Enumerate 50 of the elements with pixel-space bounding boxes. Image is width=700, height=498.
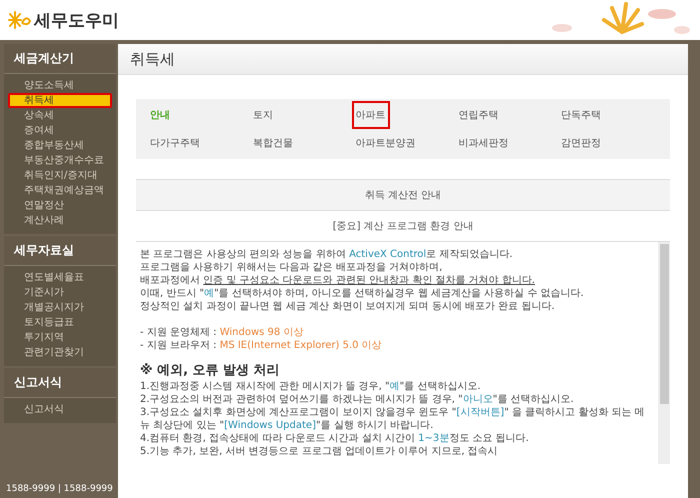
tab[interactable]: 단독주택 <box>557 101 606 129</box>
tab[interactable]: 비과세판정 <box>454 129 512 157</box>
body-text: 3.구성요소 설치후 화면상에 계산프로그램이 보이지 않을경우 윈도우 "[시작버튼]" 을 클릭하시고 활성화 되는 메뉴 최상단에 있는 "[Windows Update]"를 실행 하시기 바랍니다. <box>140 406 646 432</box>
notice-row: 취득 계산전 안내 <box>136 179 670 210</box>
body-text: 프로그램을 사용하기 위해서는 다음과 같은 배포과정을 거쳐야하며, <box>140 261 444 274</box>
scrollbar[interactable] <box>658 242 670 464</box>
logo-text[interactable]: 세무도우미 <box>34 8 119 32</box>
tab[interactable]: 아파트분양권 <box>352 129 420 157</box>
sidebar-item[interactable]: 토지등급표 <box>8 315 112 330</box>
sidebar-item[interactable]: 종합부동산세 <box>8 138 112 153</box>
sidebar-item[interactable]: 양도소득세 <box>8 78 112 93</box>
body-text: 본 프로그램은 사용상의 편의와 성능을 위하여 ActiveX Control로 제작되었습니다. <box>140 248 514 261</box>
sidebar-item[interactable]: 관련기관찾기 <box>8 345 112 360</box>
sidebar-item[interactable]: 투기지역 <box>8 330 112 345</box>
logo-icon <box>8 11 32 29</box>
sidebar-item[interactable]: 상속세 <box>8 108 112 123</box>
tab[interactable]: 연립주택 <box>454 101 502 129</box>
sidebar-item[interactable]: 부동산중개수수료 <box>8 153 112 168</box>
body-text: 5.기능 추가, 보완, 서버 변경등으로 프로그램 업데이트가 이루어 지므로, 접속시 <box>140 445 499 458</box>
body-text: 2.구성요소의 버전과 관련하여 덮어쓰기를 하겠냐는 메시지가 뜰 경우, "아니오"를 선택하십시오. <box>140 393 575 406</box>
body-text: 1.진행과정중 시스템 재시작에 관한 메시지가 뜰 경우, "예"를 선택하십시오. <box>140 380 482 393</box>
body-text: - 지원 운영체제 : Windows 98 이상 <box>140 326 304 339</box>
tab[interactable]: 다가구주택 <box>146 129 204 157</box>
sidebar-item[interactable]: 연말정산 <box>8 198 112 213</box>
sidebar-item[interactable]: 증여세 <box>8 123 112 138</box>
sidebar-item[interactable]: 기준시가 <box>8 285 112 300</box>
tab[interactable]: 아파트 <box>352 101 390 129</box>
sidebar-section-title: 신고서식 <box>4 368 116 398</box>
section-heading: ※ 예외, 오류 발생 처리 <box>140 364 281 377</box>
sidebar-item[interactable]: 연도별세율표 <box>8 270 112 285</box>
sidebar-item[interactable]: 신고서식 <box>8 402 112 417</box>
tab[interactable]: 토지 <box>248 101 277 129</box>
notice-row: [중요] 계산 프로그램 환경 안내 <box>136 210 670 241</box>
sidebar-item[interactable]: 주택채권예상금액 <box>8 183 112 198</box>
sidebar-item[interactable]: 취득인지/증지대 <box>8 168 112 183</box>
page-title: 취득세 <box>118 44 688 75</box>
sidebar-section-title: 세금계산기 <box>4 44 116 74</box>
sidebar-item[interactable]: 취득세 <box>8 93 112 108</box>
phone-number: 1588-9999 | 1588-9999 <box>5 484 114 496</box>
sidebar-item[interactable]: 개별공시지가 <box>8 300 112 315</box>
body-text: 4.컴퓨터 환경, 접속상태에 따라 다운로드 시간과 설치 시간이 1~3분정도 소요 됩니다. <box>140 432 530 445</box>
tab[interactable]: 안내 <box>146 101 174 129</box>
body-text: 이때, 반드시 "예"를 선택하셔야 하며, 아니오를 선택하실경우 웹 세금계산을 사용하실 수 없습니다. <box>140 287 585 300</box>
sidebar-section-title: 세무자료실 <box>4 236 116 266</box>
tab[interactable]: 복합건물 <box>248 129 297 157</box>
body-text: 정상적인 설치 과정이 끝나면 웹 세금 계산 화면이 보여지게 되며 동시에 배포가 완료 됩니다. <box>140 300 556 313</box>
body-text: - 지원 브라우저 : MS IE(Internet Explorer) 5.0 이상 <box>140 339 383 352</box>
body-text: 배포과정에서 인증 및 구성요소 다운로드와 관련된 안내창과 확인 절차를 거쳐야 합니다. <box>140 274 536 287</box>
sidebar-item[interactable]: 계산사례 <box>8 213 112 228</box>
tab[interactable]: 감면판정 <box>557 129 606 157</box>
